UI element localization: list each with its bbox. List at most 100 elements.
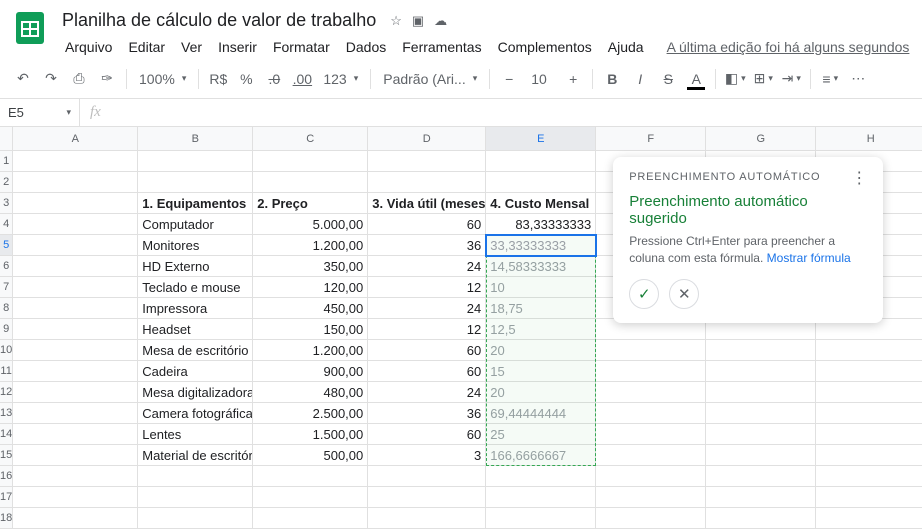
menu-arquivo[interactable]: Arquivo	[58, 35, 119, 59]
menu-ferramentas[interactable]: Ferramentas	[395, 35, 488, 59]
cell-D3[interactable]: 3. Vida útil (meses)	[368, 193, 486, 214]
move-icon[interactable]: ▣	[412, 13, 424, 29]
cell-B5[interactable]: Monitores	[138, 235, 253, 256]
cell-D4[interactable]: 60	[368, 214, 486, 235]
cell-F13[interactable]	[596, 403, 706, 424]
menu-editar[interactable]: Editar	[121, 35, 172, 59]
cell-D17[interactable]	[368, 487, 486, 508]
cell-E2[interactable]	[486, 172, 596, 193]
menu-inserir[interactable]: Inserir	[211, 35, 264, 59]
cell-A2[interactable]	[13, 172, 138, 193]
cell-G18[interactable]	[706, 508, 816, 529]
row-header-15[interactable]: 15	[0, 445, 13, 466]
cell-C1[interactable]	[253, 151, 368, 172]
cell-B16[interactable]	[138, 466, 253, 487]
cell-E15[interactable]: 166,6666667	[486, 445, 596, 466]
cell-D8[interactable]: 24	[368, 298, 486, 319]
row-header-4[interactable]: 4	[0, 214, 13, 235]
cell-F14[interactable]	[596, 424, 706, 445]
cell-F12[interactable]	[596, 382, 706, 403]
show-formula-link[interactable]: Mostrar fórmula	[767, 251, 851, 265]
cell-D14[interactable]: 60	[368, 424, 486, 445]
cell-D10[interactable]: 60	[368, 340, 486, 361]
row-header-12[interactable]: 12	[0, 382, 13, 403]
increase-decimal-button[interactable]: .00	[289, 66, 315, 92]
cell-B9[interactable]: Headset	[138, 319, 253, 340]
cell-H11[interactable]	[816, 361, 922, 382]
font-size-input[interactable]: 10	[524, 70, 558, 88]
cell-E11[interactable]: 15	[486, 361, 596, 382]
row-header-13[interactable]: 13	[0, 403, 13, 424]
menu-complementos[interactable]: Complementos	[491, 35, 599, 59]
cell-E1[interactable]	[486, 151, 596, 172]
cell-G15[interactable]	[706, 445, 816, 466]
row-header-9[interactable]: 9	[0, 319, 13, 340]
cell-A4[interactable]	[13, 214, 138, 235]
cell-H13[interactable]	[816, 403, 922, 424]
cell-G17[interactable]	[706, 487, 816, 508]
cell-C10[interactable]: 1.200,00	[253, 340, 368, 361]
row-header-11[interactable]: 11	[0, 361, 13, 382]
cell-E9[interactable]: 12,5	[486, 319, 596, 340]
cell-F17[interactable]	[596, 487, 706, 508]
bold-button[interactable]: B	[599, 66, 625, 92]
cell-D2[interactable]	[368, 172, 486, 193]
percent-button[interactable]: %	[233, 66, 259, 92]
name-box[interactable]: E5	[0, 99, 80, 126]
cell-H15[interactable]	[816, 445, 922, 466]
cell-B18[interactable]	[138, 508, 253, 529]
row-header-5[interactable]: 5	[0, 235, 13, 256]
redo-icon[interactable]: ↷	[38, 66, 64, 92]
col-header-H[interactable]: H	[816, 127, 922, 151]
cell-E13[interactable]: 69,44444444	[486, 403, 596, 424]
cell-F18[interactable]	[596, 508, 706, 529]
cell-E17[interactable]	[486, 487, 596, 508]
cell-B4[interactable]: Computador	[138, 214, 253, 235]
row-header-7[interactable]: 7	[0, 277, 13, 298]
cell-A11[interactable]	[13, 361, 138, 382]
cell-C3[interactable]: 2. Preço	[253, 193, 368, 214]
cell-B7[interactable]: Teclado e mouse	[138, 277, 253, 298]
cell-A6[interactable]	[13, 256, 138, 277]
cell-H10[interactable]	[816, 340, 922, 361]
cell-A14[interactable]	[13, 424, 138, 445]
cell-D5[interactable]: 36	[368, 235, 486, 256]
row-header-2[interactable]: 2	[0, 172, 13, 193]
cell-B14[interactable]: Lentes	[138, 424, 253, 445]
cell-C14[interactable]: 1.500,00	[253, 424, 368, 445]
cell-A12[interactable]	[13, 382, 138, 403]
cell-F10[interactable]	[596, 340, 706, 361]
font-size-decrease[interactable]: −	[496, 66, 522, 92]
cell-G10[interactable]	[706, 340, 816, 361]
cell-D7[interactable]: 12	[368, 277, 486, 298]
col-header-B[interactable]: B	[138, 127, 253, 151]
cell-E4[interactable]: 83,33333333	[486, 214, 596, 235]
strike-button[interactable]: S	[655, 66, 681, 92]
cell-C11[interactable]: 900,00	[253, 361, 368, 382]
col-header-A[interactable]: A	[13, 127, 138, 151]
row-header-10[interactable]: 10	[0, 340, 13, 361]
col-header-F[interactable]: F	[596, 127, 706, 151]
cell-C2[interactable]	[253, 172, 368, 193]
row-header-1[interactable]: 1	[0, 151, 13, 172]
cell-E5[interactable]: 33,33333333	[486, 235, 596, 256]
cell-G11[interactable]	[706, 361, 816, 382]
cell-E18[interactable]	[486, 508, 596, 529]
row-header-18[interactable]: 18	[0, 508, 13, 529]
select-all-corner[interactable]	[0, 127, 13, 151]
cell-D1[interactable]	[368, 151, 486, 172]
font-select[interactable]: Padrão (Ari...	[377, 71, 483, 87]
cell-B17[interactable]	[138, 487, 253, 508]
cell-E16[interactable]	[486, 466, 596, 487]
row-header-8[interactable]: 8	[0, 298, 13, 319]
cell-A17[interactable]	[13, 487, 138, 508]
cell-C17[interactable]	[253, 487, 368, 508]
cell-A15[interactable]	[13, 445, 138, 466]
zoom-select[interactable]: 100%	[133, 71, 192, 87]
cell-C12[interactable]: 480,00	[253, 382, 368, 403]
fill-color-button[interactable]: ◧	[722, 66, 748, 92]
last-edit-link[interactable]: A última edição foi há alguns segundos	[667, 39, 910, 55]
cell-E6[interactable]: 14,58333333	[486, 256, 596, 277]
cell-D9[interactable]: 12	[368, 319, 486, 340]
cell-B6[interactable]: HD Externo	[138, 256, 253, 277]
